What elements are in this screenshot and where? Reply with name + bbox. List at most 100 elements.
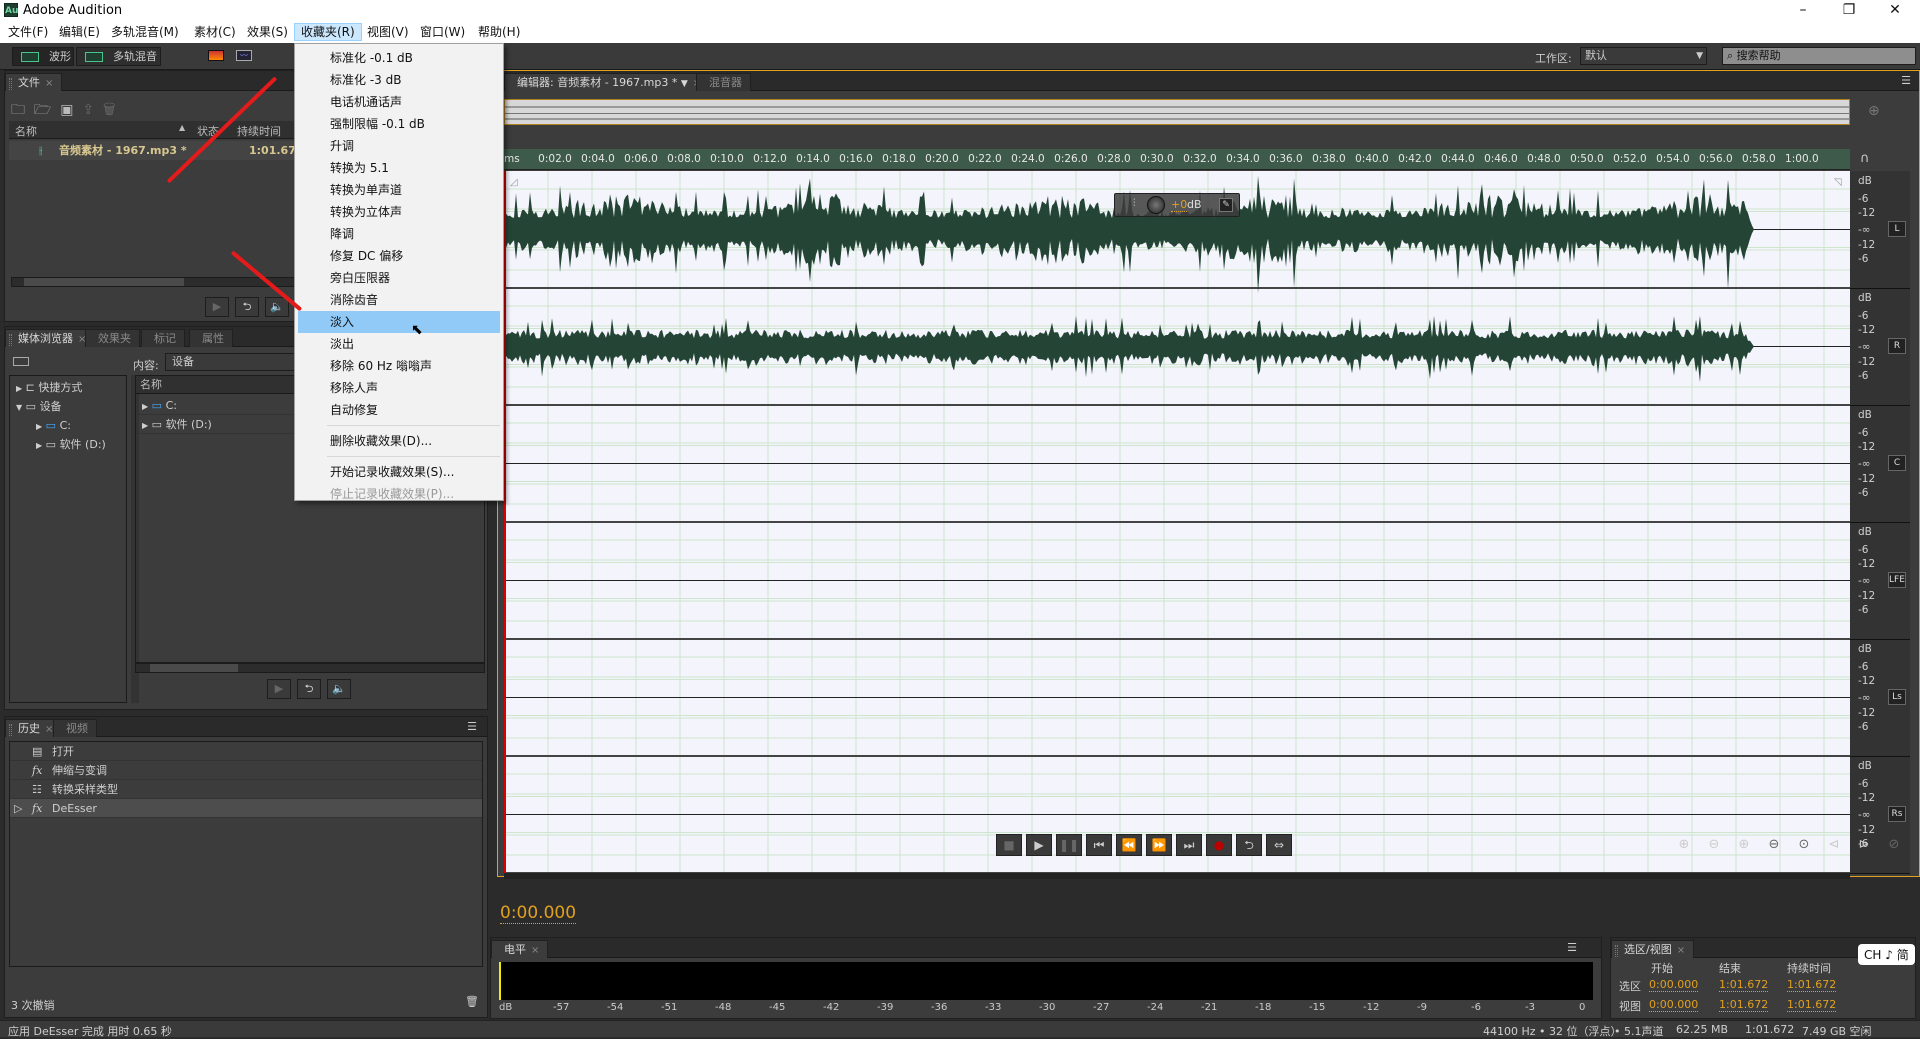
favorites-menu-item[interactable]: 转换为立体声 — [298, 201, 500, 223]
current-time-display[interactable]: 0:00.000 — [500, 903, 577, 924]
tree-item-d-drive[interactable]: ▶ ▭ 软件 (D:) — [10, 435, 126, 454]
close-icon[interactable]: × — [1677, 945, 1685, 956]
autoplay-button[interactable]: 🔈 — [327, 679, 351, 699]
loop-button[interactable]: ⮌ — [1236, 834, 1262, 856]
selection-start[interactable]: 0:00.000 — [1649, 978, 1699, 992]
column-duration[interactable]: 持续时间 — [237, 123, 281, 139]
stop-recording-favorite-item[interactable]: 停止记录收藏效果(P)... — [298, 483, 500, 505]
pin-icon[interactable]: ✎ — [1219, 198, 1233, 212]
history-item[interactable]: ☷ 转换采样类型 — [10, 780, 482, 799]
favorites-menu-item[interactable]: 旁白压限器 — [298, 267, 500, 289]
expand-icon[interactable]: ▶ — [142, 402, 148, 411]
delete-favorite-item[interactable]: 删除收藏效果(D)... — [298, 430, 500, 452]
favorites-menu-item[interactable]: 标准化 -3 dB — [298, 69, 500, 91]
delete-icon[interactable]: 🗑 — [103, 102, 116, 118]
panel-menu-icon[interactable]: ☰ — [467, 720, 477, 733]
files-hscrollbar[interactable] — [11, 277, 301, 287]
skip-to-end-button[interactable]: ⏭ — [1176, 834, 1202, 856]
tab-markers[interactable]: 标记 — [141, 329, 185, 347]
skip-to-start-button[interactable]: ⏮ — [1086, 834, 1112, 856]
tree-item-c-drive[interactable]: ▶ ▭ C: — [10, 416, 126, 435]
favorites-menu-item[interactable]: 电话机通话声 — [298, 91, 500, 113]
history-item-current[interactable]: ▷ fx DeEsser — [10, 799, 482, 818]
drag-grip[interactable] — [1615, 945, 1618, 957]
zoom-in-time-icon[interactable]: ⊕ — [1732, 834, 1756, 856]
scroll-thumb[interactable] — [24, 278, 184, 286]
column-name[interactable]: 名称 — [15, 123, 37, 139]
time-ruler[interactable]: ms 0:02.0 0:04.0 0:06.0 0:08.0 0:10.0 0:12.0 0… — [504, 149, 1850, 170]
view-start[interactable]: 0:00.000 — [1649, 998, 1699, 1012]
tree-item-shortcuts[interactable]: ▶ ⊏ 快捷方式 — [10, 378, 126, 397]
favorites-menu-item[interactable]: 修复 DC 偏移 — [298, 245, 500, 267]
menu-clip[interactable]: 素材(C) — [188, 23, 242, 41]
favorites-menu-item[interactable]: 标准化 -0.1 dB — [298, 47, 500, 69]
channel-toggle-rs[interactable]: Rs — [1888, 806, 1906, 822]
rewind-button[interactable]: ⏪ — [1116, 834, 1142, 856]
zoom-selection-icon[interactable]: ⊘ — [1882, 834, 1906, 856]
menu-multitrack[interactable]: 多轨混音(M) — [105, 23, 185, 41]
close-button[interactable]: ✕ — [1872, 0, 1918, 21]
favorites-menu-item[interactable]: 淡出 — [298, 333, 500, 355]
scroll-thumb[interactable] — [150, 664, 238, 672]
menu-favorites[interactable]: 收藏夹(R) — [294, 23, 362, 41]
import-icon[interactable]: 🗁 — [34, 102, 51, 118]
gain-hud[interactable]: ⫶ +0 dB ✎ — [1114, 193, 1240, 217]
loop-preview-button[interactable]: ⮌ — [297, 679, 321, 699]
tree-item-devices[interactable]: ▼ ▭ 设备 — [10, 397, 126, 416]
tab-mixer[interactable]: 混音器 — [696, 73, 751, 91]
pause-button[interactable]: ❚❚ — [1056, 834, 1082, 856]
panel-menu-icon[interactable]: ☰ — [1901, 74, 1911, 87]
menu-effects[interactable]: 效果(S) — [241, 23, 294, 41]
selection-end[interactable]: 1:01.672 — [1719, 978, 1769, 992]
list-hscrollbar[interactable] — [135, 663, 485, 673]
tab-files[interactable]: 文件 × — [5, 73, 63, 91]
favorites-menu-item[interactable]: 转换为单声道 — [298, 179, 500, 201]
favorites-menu-item[interactable]: 升调 — [298, 135, 500, 157]
expand-icon[interactable]: ▶ — [142, 421, 148, 430]
menu-window[interactable]: 窗口(W) — [414, 23, 471, 41]
gain-knob[interactable] — [1147, 196, 1165, 214]
drag-grip[interactable] — [9, 724, 12, 736]
spectral-pitch-icon[interactable]: 〰 — [236, 50, 252, 61]
tab-video[interactable]: 视频 — [53, 719, 97, 737]
insert-icon[interactable]: ⇪ — [82, 102, 94, 118]
view-end[interactable]: 1:01.672 — [1719, 998, 1769, 1012]
loop-preview-button[interactable]: ⮌ — [235, 297, 259, 317]
tab-effects-rack[interactable]: 效果夹 — [85, 329, 140, 347]
favorites-menu-item[interactable]: 移除 60 Hz 嗡嗡声 — [298, 355, 500, 377]
fade-in-handle[interactable]: ◿ — [510, 177, 518, 188]
expand-icon[interactable]: ▶ — [16, 384, 22, 393]
tab-properties[interactable]: 属性 — [189, 329, 233, 347]
channel-toggle-r[interactable]: R — [1888, 338, 1906, 354]
waveform-display[interactable]: ⫶ +0 dB ✎ ◿ ◹ — [504, 171, 1850, 873]
open-folder-icon[interactable]: 🗀 — [11, 102, 25, 118]
zoom-out-point-icon[interactable]: ⊳ — [1852, 834, 1876, 856]
play-preview-button[interactable]: ▶ — [267, 679, 291, 699]
zoom-in-point-icon[interactable]: ⊲ — [1822, 834, 1846, 856]
play-button[interactable]: ▶ — [1026, 834, 1052, 856]
spectral-frequency-icon[interactable] — [208, 50, 224, 61]
tab-media-browser[interactable]: 媒体浏览器 × — [5, 329, 96, 347]
close-icon[interactable]: × — [531, 945, 539, 956]
close-icon[interactable]: × — [45, 78, 53, 89]
chevron-down-icon[interactable]: ▼ — [681, 79, 688, 89]
zoom-in-amplitude-icon[interactable]: ⊕ — [1672, 834, 1696, 856]
favorites-menu-item[interactable]: 移除人声 — [298, 377, 500, 399]
minimize-button[interactable]: – — [1780, 0, 1826, 21]
search-help-input[interactable]: ⌕ 搜索帮助 — [1722, 47, 1916, 65]
channel-toggle-ls[interactable]: Ls — [1888, 689, 1906, 705]
gain-value[interactable]: +0 — [1171, 198, 1188, 212]
favorites-menu-item[interactable]: 消除齿音 — [298, 289, 500, 311]
view-duration[interactable]: 1:01.672 — [1787, 998, 1837, 1012]
zoom-out-amplitude-icon[interactable]: ⊖ — [1702, 834, 1726, 856]
tab-editor[interactable]: 编辑器: 音频素材 - 1967.mp3 * ▼× — [504, 73, 723, 91]
panel-menu-icon[interactable]: ☰ — [1567, 941, 1577, 954]
menu-item-fade-in[interactable]: 淡入 — [298, 311, 500, 333]
menu-file[interactable]: 文件(F) — [2, 23, 54, 41]
favorites-menu-item[interactable]: 降调 — [298, 223, 500, 245]
history-item[interactable]: fx 伸缩与变调 — [10, 761, 482, 780]
channel-toggle-lfe[interactable]: LFE — [1888, 572, 1906, 588]
history-item[interactable]: ▤ 打开 — [10, 742, 482, 761]
fade-out-handle[interactable]: ◹ — [1834, 177, 1842, 188]
favorites-menu-item[interactable]: 转换为 5.1 — [298, 157, 500, 179]
